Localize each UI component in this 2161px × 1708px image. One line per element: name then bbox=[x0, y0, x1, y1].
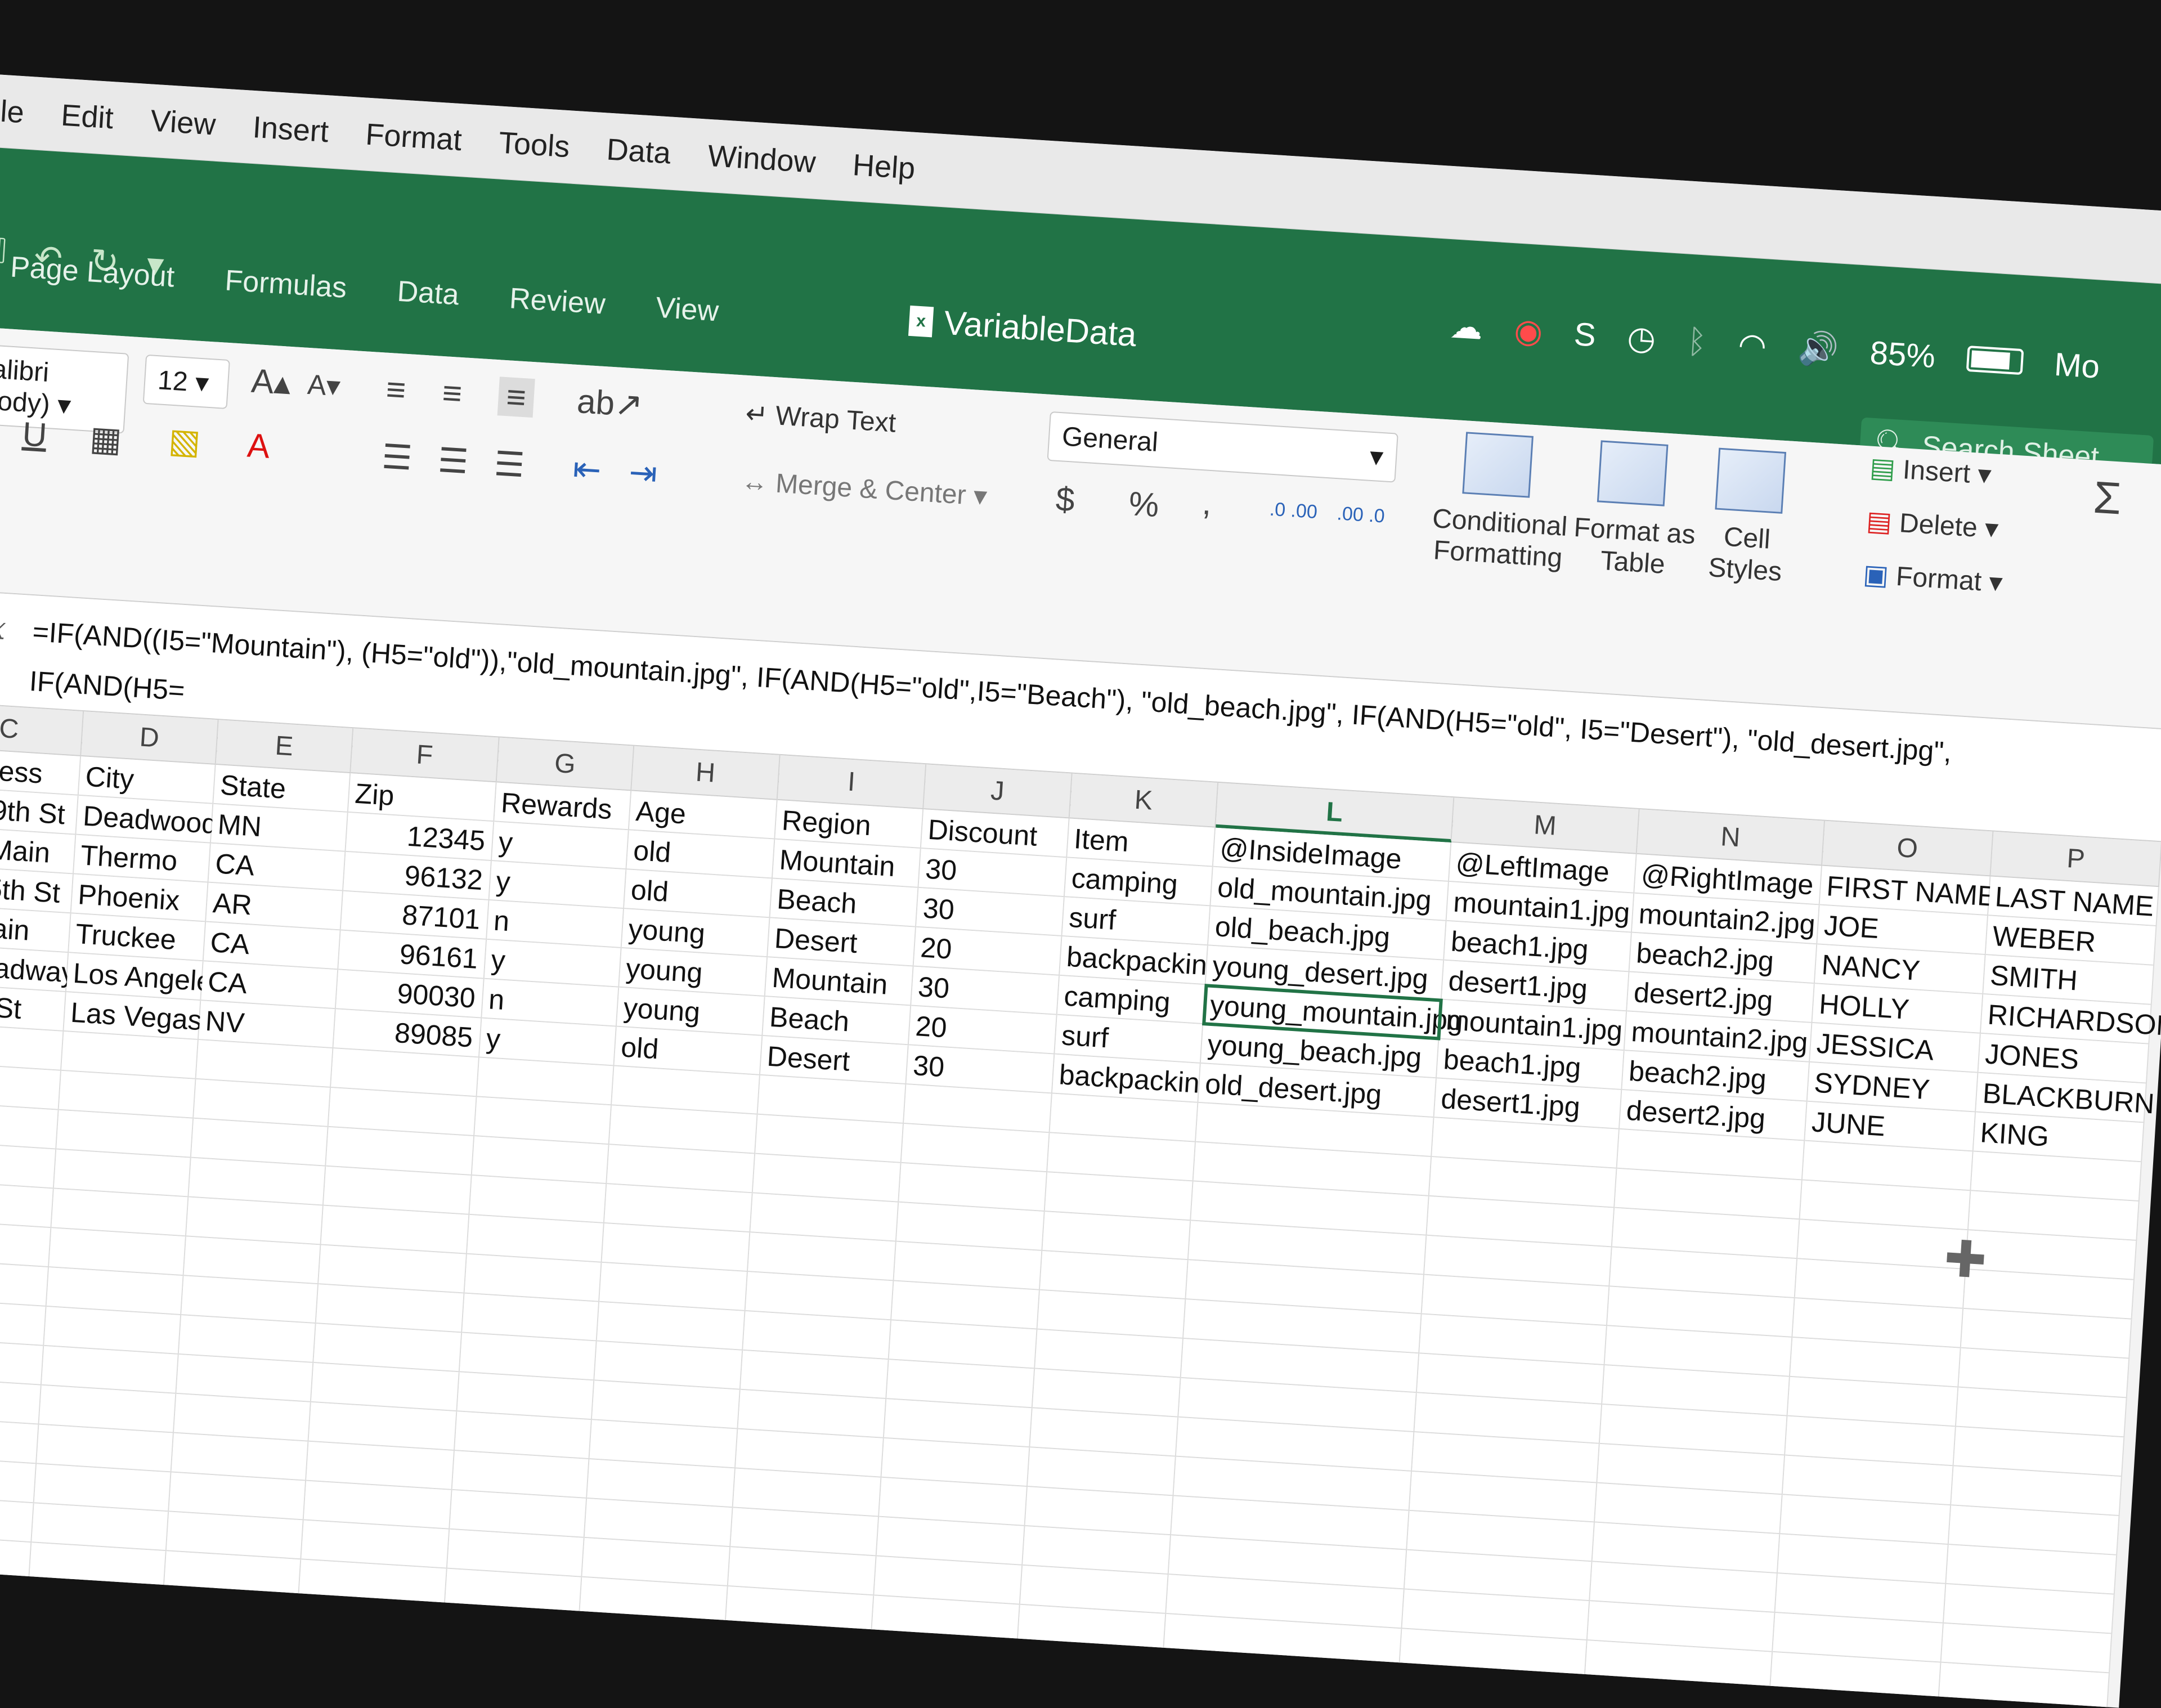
increase-indent-icon[interactable]: ⇥ bbox=[628, 452, 659, 494]
tab-view[interactable]: View bbox=[654, 291, 719, 329]
conditional-formatting-label[interactable]: Conditional Formatting bbox=[1418, 503, 1579, 575]
align-right-icon[interactable]: ☰ bbox=[493, 444, 526, 485]
format-as-table-icon[interactable] bbox=[1597, 440, 1669, 506]
empty-cell[interactable] bbox=[725, 1586, 875, 1635]
align-bottom-icon[interactable]: ≡ bbox=[497, 376, 535, 418]
empty-cell[interactable] bbox=[577, 1616, 726, 1665]
conditional-formatting-icon[interactable] bbox=[1462, 432, 1534, 498]
empty-cell[interactable] bbox=[26, 1582, 164, 1630]
empty-cell[interactable] bbox=[1161, 1653, 1400, 1708]
menu-insert[interactable]: Insert bbox=[252, 109, 330, 149]
increase-font-icon[interactable]: A▴ bbox=[250, 361, 292, 403]
clock-text[interactable]: Mo bbox=[2053, 345, 2101, 385]
excel-window: File Edit View Insert Format Tools Data … bbox=[0, 73, 2161, 1708]
cell-styles-icon[interactable] bbox=[1715, 447, 1787, 514]
empty-cell[interactable] bbox=[579, 1577, 728, 1626]
delete-icon: ▤ bbox=[1865, 506, 1893, 538]
align-middle-icon[interactable]: ≡ bbox=[441, 373, 463, 413]
empty-cell[interactable] bbox=[296, 1599, 445, 1648]
tab-data[interactable]: Data bbox=[396, 275, 460, 312]
record-icon[interactable]: ◉ bbox=[1513, 311, 1544, 351]
format-label: Format bbox=[1895, 561, 1983, 597]
menu-data[interactable]: Data bbox=[606, 132, 672, 171]
menu-format[interactable]: Format bbox=[365, 116, 463, 158]
merge-center-button[interactable]: ↔ Merge & Center ▾ bbox=[740, 465, 988, 512]
menu-file[interactable]: File bbox=[0, 92, 25, 129]
underline-icon[interactable]: U bbox=[21, 414, 48, 455]
insert-cells-button[interactable]: ▤ Insert ▾ bbox=[1869, 452, 1992, 491]
fill-color-icon[interactable]: ▧ bbox=[167, 421, 202, 462]
align-center-icon[interactable]: ☰ bbox=[437, 441, 469, 482]
comma-button[interactable]: , bbox=[1201, 483, 1213, 522]
increase-decimal-button[interactable]: .0 .00 bbox=[1269, 499, 1318, 523]
empty-cell[interactable] bbox=[445, 1568, 582, 1617]
empty-cell[interactable] bbox=[164, 1551, 302, 1599]
empty-cell[interactable] bbox=[29, 1543, 167, 1591]
skype-icon[interactable]: S bbox=[1573, 315, 1597, 354]
decrease-indent-icon[interactable]: ⇤ bbox=[572, 449, 603, 490]
empty-cell[interactable] bbox=[869, 1635, 1018, 1684]
empty-cell[interactable] bbox=[442, 1608, 580, 1656]
font-size-value: 12 bbox=[156, 365, 189, 397]
align-top-icon[interactable]: ≡ bbox=[385, 370, 407, 410]
empty-cell[interactable] bbox=[1397, 1668, 1585, 1708]
empty-cell[interactable] bbox=[1017, 1604, 1167, 1653]
menu-tools[interactable]: Tools bbox=[497, 125, 571, 164]
font-color-icon[interactable]: A bbox=[246, 425, 271, 465]
empty-cell[interactable] bbox=[0, 1572, 29, 1621]
creative-cloud-icon[interactable]: ☁ bbox=[1449, 307, 1484, 347]
wrap-text-label: Wrap Text bbox=[774, 401, 897, 438]
currency-button[interactable]: $ bbox=[1055, 479, 1076, 519]
format-as-table-label[interactable]: Format as Table bbox=[1570, 512, 1698, 583]
empty-cell[interactable] bbox=[871, 1595, 1020, 1644]
font-size-select[interactable]: 12 ▾ bbox=[142, 354, 230, 410]
align-left-icon[interactable]: ☰ bbox=[380, 437, 414, 478]
percent-button[interactable]: % bbox=[1128, 484, 1160, 524]
battery-percent: 85% bbox=[1868, 334, 1936, 375]
save-icon[interactable]: 🖫 bbox=[0, 225, 8, 284]
empty-cell[interactable] bbox=[723, 1625, 872, 1675]
format-cells-button[interactable]: ▣ Format ▾ bbox=[1862, 558, 2003, 598]
column-header-e[interactable]: E bbox=[216, 720, 354, 774]
tab-review[interactable]: Review bbox=[508, 281, 607, 321]
delete-label: Delete bbox=[1898, 508, 1979, 543]
empty-cell[interactable] bbox=[161, 1590, 299, 1639]
cell-cursor-icon: ✚ bbox=[1942, 1230, 1989, 1290]
orientation-icon[interactable]: ab↗ bbox=[576, 382, 644, 425]
number-format-select[interactable]: General ▾ bbox=[1047, 411, 1398, 483]
autosum-icon[interactable]: Σ bbox=[2092, 472, 2123, 525]
delete-cells-button[interactable]: ▤ Delete ▾ bbox=[1866, 505, 1999, 545]
wifi-icon[interactable]: ◠ bbox=[1737, 325, 1768, 365]
format-icon: ▣ bbox=[1862, 559, 1890, 591]
number-format-value: General bbox=[1061, 422, 1159, 458]
fx-icon[interactable]: fx bbox=[0, 609, 7, 647]
volume-icon[interactable]: 🔊 bbox=[1797, 329, 1840, 369]
insert-icon: ▤ bbox=[1868, 452, 1897, 485]
battery-icon[interactable] bbox=[1966, 345, 2024, 375]
cell-styles-label[interactable]: Cell Styles bbox=[1699, 520, 1793, 589]
empty-cell[interactable] bbox=[298, 1559, 447, 1608]
font-name-value: Calibri (Body) bbox=[0, 353, 51, 420]
column-header-c[interactable]: C bbox=[0, 702, 84, 756]
borders-icon[interactable]: ▦ bbox=[88, 419, 123, 460]
status-menu: ☁ ◉ S ◷ ᛒ ◠ 🔊 85% Mo bbox=[1449, 307, 2101, 385]
menu-window[interactable]: Window bbox=[707, 138, 817, 180]
insert-label: Insert bbox=[1902, 455, 1971, 489]
bluetooth-icon[interactable]: ᛒ bbox=[1686, 322, 1708, 361]
menu-help[interactable]: Help bbox=[851, 147, 916, 186]
menu-edit[interactable]: Edit bbox=[60, 97, 115, 136]
decrease-font-icon[interactable]: A▾ bbox=[307, 368, 342, 403]
wrap-text-button[interactable]: ↵ Wrap Text bbox=[745, 398, 897, 439]
excel-file-icon: x bbox=[908, 305, 934, 337]
menu-view[interactable]: View bbox=[149, 103, 217, 142]
merge-center-label: Merge & Center bbox=[774, 468, 967, 510]
column-header-g[interactable]: G bbox=[496, 737, 635, 791]
empty-cell[interactable] bbox=[1015, 1644, 1164, 1693]
decrease-decimal-button[interactable]: .00 .0 bbox=[1336, 503, 1385, 527]
column-header-d[interactable]: D bbox=[81, 711, 219, 765]
time-machine-icon[interactable]: ◷ bbox=[1626, 318, 1657, 358]
